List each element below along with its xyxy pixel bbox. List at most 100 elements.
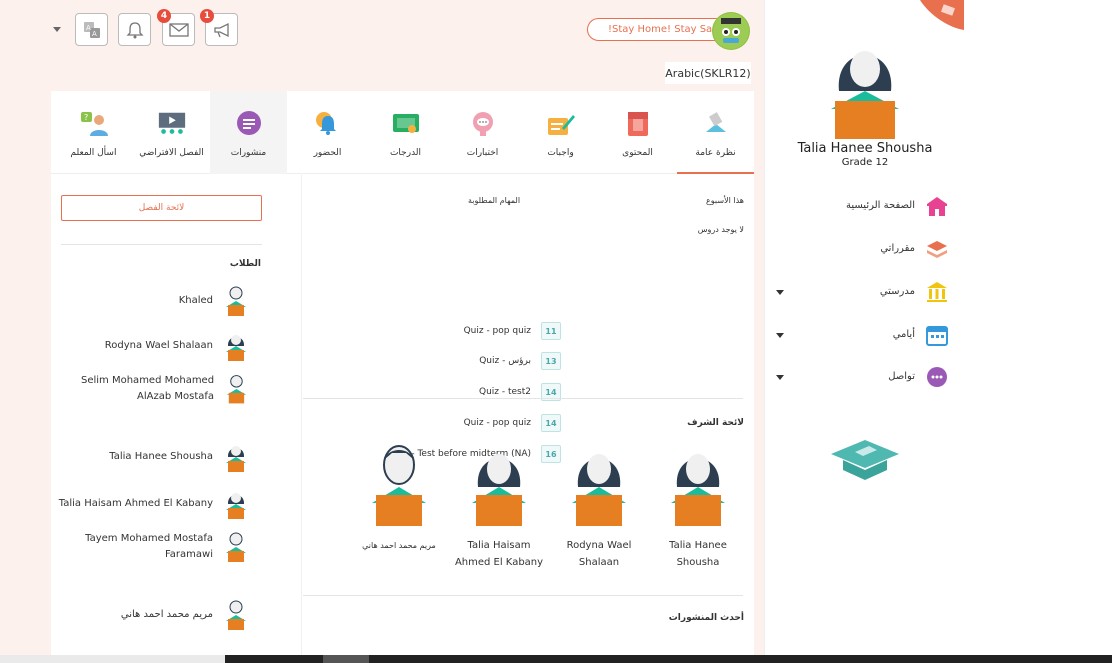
book-icon xyxy=(627,112,648,136)
home-icon xyxy=(927,197,947,216)
student-boy-avatar-icon xyxy=(226,532,246,562)
sidebar-item-my-days[interactable]: أيامي xyxy=(765,321,965,351)
assignment-icon xyxy=(547,115,575,135)
student-girl-avatar-icon xyxy=(226,493,246,519)
sidebar-item-home[interactable]: الصفحة الرئيسية xyxy=(765,192,965,222)
brand-logo xyxy=(831,440,899,480)
chat-icon xyxy=(927,367,947,387)
sidebar-item-label: تواصل xyxy=(888,371,915,382)
student-boy-avatar-icon xyxy=(226,286,246,316)
honor-item[interactable]: Rodyna Wael Shalaan xyxy=(559,441,639,571)
course-language-label: Arabic(SKLR12) xyxy=(665,62,751,84)
bell-icon xyxy=(125,21,144,38)
tab-posts[interactable]: منشورات xyxy=(210,91,287,174)
list-item[interactable]: Talia Haisam Ahmed El Kabany xyxy=(51,488,269,520)
corner-logo-icon xyxy=(920,0,964,30)
chevron-down-icon[interactable] xyxy=(776,333,784,338)
svg-text:?: ? xyxy=(84,113,88,122)
taskbar xyxy=(0,655,1112,663)
list-item[interactable]: Talia Hanee Shousha xyxy=(51,441,269,473)
list-item[interactable]: Tayem Mohamed Mostafa Faramawi xyxy=(51,531,269,563)
student-boy-avatar-icon xyxy=(226,375,247,404)
student-name: Talia Haisam Ahmed El Kabany xyxy=(58,498,213,509)
svg-text:A: A xyxy=(86,24,91,32)
sidebar-item-label: أيامي xyxy=(892,329,915,340)
honor-item[interactable]: Talia Hanee Shousha xyxy=(658,441,738,571)
sidebar-item-school[interactable]: مدرستي xyxy=(765,278,965,308)
megaphone-icon xyxy=(213,22,229,37)
posts-icon xyxy=(236,111,261,135)
task-day-badge: 11 xyxy=(541,322,561,340)
mascot-icon xyxy=(712,12,750,50)
list-item[interactable]: Khaled xyxy=(51,285,269,317)
honor-item[interactable]: مريم محمد احمد هاني xyxy=(359,441,439,554)
student-name: مريم محمد احمد هاني xyxy=(120,609,213,620)
sidebar-item-courses[interactable]: مقرراتي xyxy=(765,235,965,265)
tab-attendance[interactable]: الحضور xyxy=(289,91,366,174)
notifications-button[interactable] xyxy=(118,13,151,46)
task-day-badge: 13 xyxy=(541,352,561,370)
messages-badge: 4 xyxy=(157,9,171,23)
student-girl-avatar-icon xyxy=(226,446,246,472)
school-icon xyxy=(927,282,947,302)
task-item[interactable]: Quiz - برؤس 13 xyxy=(351,351,561,371)
task-item[interactable]: Quiz - pop quiz 11 xyxy=(351,321,561,341)
student-name: Talia Hanee Shousha xyxy=(109,451,213,462)
student-name: Selim Mohamed Mohamed AlAzab Mostafa xyxy=(81,375,215,402)
student-girl-avatar-icon xyxy=(472,454,526,526)
student-girl-avatar-icon xyxy=(572,454,626,526)
tab-overview[interactable]: نظرة عامة xyxy=(677,91,754,174)
language-dropdown-caret[interactable] xyxy=(53,27,61,32)
quiz-icon xyxy=(472,112,493,136)
honor-name: مريم محمد احمد هاني xyxy=(362,541,436,550)
this-week-title: هذا الأسبوع xyxy=(706,196,744,205)
divider xyxy=(303,398,743,399)
profile-grade: Grade 12 xyxy=(841,157,889,168)
attendance-icon xyxy=(315,112,336,135)
list-item[interactable]: Selim Mohamed Mohamed AlAzab Mostafa xyxy=(51,373,269,405)
students-title: الطلاب xyxy=(229,259,261,269)
tab-content[interactable]: المحتوى xyxy=(599,91,676,174)
announcements-button[interactable]: 1 xyxy=(200,9,238,46)
page-margin xyxy=(920,0,1112,663)
students-column: لائحة الفصل الطلاب Khaled Rodyna Wael Sh… xyxy=(51,175,301,663)
student-girl-avatar-icon xyxy=(226,335,246,361)
course-card: نظرة عامة المحتوى واجبات اختبارات الدرجا… xyxy=(51,91,754,663)
class-list-button[interactable]: لائحة الفصل xyxy=(61,195,262,221)
tab-assignments[interactable]: واجبات xyxy=(522,91,599,174)
translate-button[interactable]: AA xyxy=(75,13,108,46)
sidebar-item-communicate[interactable]: تواصل xyxy=(765,363,965,393)
sidebar-item-label: مدرستي xyxy=(879,286,915,297)
honor-roll-title: لائحة الشرف xyxy=(687,418,744,428)
no-lessons-text: لا يوجد دروس xyxy=(697,225,744,234)
student-boy-avatar-icon xyxy=(372,445,426,526)
tab-ask-teacher[interactable]: ? اسأل المعلم xyxy=(55,91,132,174)
grades-icon xyxy=(392,114,419,133)
chevron-down-icon[interactable] xyxy=(776,290,784,295)
ask-teacher-icon: ? xyxy=(80,112,108,136)
announcements-badge: 1 xyxy=(200,9,214,23)
messages-button[interactable]: 4 xyxy=(157,9,195,46)
student-name: Tayem Mohamed Mostafa Faramawi xyxy=(85,533,213,560)
list-item[interactable]: Rodyna Wael Shalaan xyxy=(51,330,269,362)
tab-grades[interactable]: الدرجات xyxy=(367,91,444,174)
tab-quizzes[interactable]: اختبارات xyxy=(444,91,521,174)
stay-home-banner[interactable]: !Stay Home! Stay Safe xyxy=(587,18,727,41)
list-item[interactable]: مريم محمد احمد هاني xyxy=(51,599,269,631)
honor-name: Rodyna Wael Shalaan xyxy=(566,540,632,568)
task-item[interactable]: Quiz - test2 14 xyxy=(351,382,561,402)
tasks-title: المهام المطلوبة xyxy=(468,196,521,205)
divider xyxy=(303,595,743,596)
translate-icon: AA xyxy=(83,21,100,38)
honor-item[interactable]: Talia Haisam Ahmed El Kabany xyxy=(454,441,544,571)
svg-text:A: A xyxy=(92,30,97,38)
task-item[interactable]: Quiz - pop quiz 14 xyxy=(351,413,561,433)
chevron-down-icon[interactable] xyxy=(776,375,784,380)
tab-virtual-class[interactable]: الفصل الافتراضي xyxy=(133,91,210,174)
task-day-badge: 14 xyxy=(541,414,561,432)
sidebar-item-label: مقرراتي xyxy=(880,243,915,254)
divider xyxy=(61,244,262,245)
student-girl-avatar-icon xyxy=(671,454,725,526)
overview-icon xyxy=(705,112,726,132)
honor-name: Talia Haisam Ahmed El Kabany xyxy=(454,540,544,568)
